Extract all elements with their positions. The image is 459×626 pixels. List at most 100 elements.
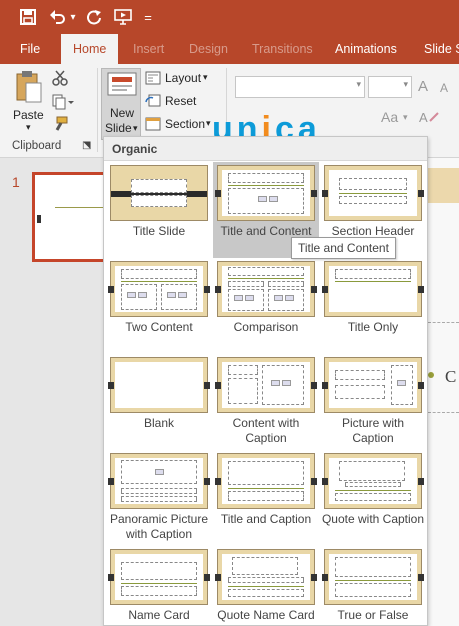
format-painter-icon[interactable] bbox=[52, 116, 68, 137]
cut-icon[interactable] bbox=[52, 70, 68, 91]
slide-background-strip bbox=[428, 168, 459, 203]
section-icon bbox=[145, 117, 161, 136]
change-case-icon[interactable]: Aa bbox=[381, 109, 398, 125]
tab-animations[interactable]: Animations bbox=[335, 34, 397, 64]
clear-formatting-icon[interactable]: A bbox=[418, 109, 440, 130]
layout-label: Layout bbox=[165, 71, 202, 85]
section-button[interactable]: Section ▾ bbox=[145, 116, 215, 134]
layout-thumbnail bbox=[215, 165, 317, 221]
undo-icon[interactable] bbox=[48, 6, 68, 28]
layout-tooltip: Title and Content bbox=[291, 237, 396, 259]
change-case-arrow-icon: ▾ bbox=[403, 112, 408, 122]
new-slide-icon bbox=[107, 72, 137, 105]
layout-caption: Name Card bbox=[128, 608, 190, 622]
layout-thumbnail bbox=[322, 549, 424, 605]
layout-thumbnail bbox=[110, 165, 208, 221]
layout-option-picture-with-caption[interactable]: Picture with Caption bbox=[320, 354, 426, 450]
grow-font-icon[interactable]: A bbox=[418, 78, 428, 95]
font-name-combobox[interactable]: ▾ bbox=[235, 76, 365, 98]
font-size-dropdown-icon: ▾ bbox=[403, 79, 408, 89]
layout-caption: Panoramic Picture with Caption bbox=[109, 512, 209, 541]
font-name-dropdown-icon: ▾ bbox=[356, 79, 361, 89]
paste-button[interactable]: Paste ▾ bbox=[10, 68, 48, 134]
layout-option-comparison[interactable]: Comparison bbox=[213, 258, 319, 354]
reset-button[interactable]: Reset bbox=[145, 93, 215, 111]
layout-thumbnail bbox=[108, 549, 210, 605]
slide-editing-area[interactable]: C bbox=[428, 158, 459, 626]
start-from-beginning-icon[interactable] bbox=[112, 6, 134, 28]
reset-label: Reset bbox=[165, 94, 197, 108]
layout-option-content-with-caption[interactable]: Content with Caption bbox=[213, 354, 319, 450]
layout-thumbnail bbox=[322, 357, 424, 413]
layout-thumbnail bbox=[215, 549, 317, 605]
layout-button[interactable]: Layout ▾ bbox=[145, 70, 215, 88]
layout-option-quote-name-card[interactable]: Quote Name Card bbox=[213, 546, 319, 625]
tab-file[interactable]: File bbox=[20, 34, 40, 64]
save-icon[interactable] bbox=[16, 6, 40, 28]
svg-text:A: A bbox=[419, 110, 428, 125]
slide-placeholder-border bbox=[428, 412, 459, 413]
layout-option-blank[interactable]: Blank bbox=[106, 354, 212, 450]
new-slide-label-line2: Slide bbox=[105, 121, 132, 135]
layout-option-title-only[interactable]: Title Only bbox=[320, 258, 426, 354]
slide-thumbnail[interactable] bbox=[32, 172, 107, 262]
layout-option-title-slide[interactable]: Title Slide bbox=[106, 162, 212, 258]
layout-option-two-content[interactable]: Two Content bbox=[106, 258, 212, 354]
clipboard-group-label: Clipboard bbox=[12, 140, 62, 152]
gallery-theme-header: Organic bbox=[104, 137, 427, 161]
layout-option-name-card[interactable]: Name Card bbox=[106, 546, 212, 625]
layout-caption: Quote with Caption bbox=[321, 512, 425, 526]
layout-caption: Blank bbox=[143, 416, 175, 430]
reset-icon bbox=[145, 94, 161, 113]
title-bar: ▾ = bbox=[0, 0, 459, 34]
tab-slide-show[interactable]: Slide S bbox=[424, 34, 459, 64]
shrink-font-icon[interactable]: A bbox=[440, 81, 448, 95]
slide-placeholder-border bbox=[428, 322, 459, 323]
layout-caption: Title and Caption bbox=[220, 512, 312, 526]
new-slide-arrow-icon: ▾ bbox=[133, 123, 138, 133]
section-arrow-icon: ▾ bbox=[206, 118, 211, 128]
tab-design[interactable]: Design bbox=[189, 34, 228, 64]
ribbon-separator bbox=[97, 68, 98, 152]
redo-icon[interactable] bbox=[84, 6, 104, 28]
ribbon-tabs: File Home Insert Design Transitions Anim… bbox=[0, 34, 459, 64]
paste-icon bbox=[15, 70, 43, 109]
layout-option-title-and-caption[interactable]: Title and Caption bbox=[213, 450, 319, 546]
layout-caption: Picture with Caption bbox=[341, 416, 405, 445]
section-label: Section bbox=[165, 117, 206, 131]
layout-thumbnail bbox=[322, 261, 424, 317]
layout-arrow-icon: ▾ bbox=[203, 72, 208, 82]
tab-home[interactable]: Home bbox=[61, 34, 119, 64]
layout-icon bbox=[145, 71, 161, 90]
layout-option-panoramic-picture-with-caption[interactable]: Panoramic Picture with Caption bbox=[106, 450, 212, 546]
layout-thumbnail bbox=[322, 165, 424, 221]
layout-caption: Two Content bbox=[125, 320, 193, 334]
layout-thumbnail bbox=[322, 453, 424, 509]
layout-caption: Title Only bbox=[347, 320, 399, 334]
layout-caption: Comparison bbox=[233, 320, 299, 334]
layout-thumbnail bbox=[215, 453, 317, 509]
clipboard-dialog-launcher-icon[interactable]: ⬔ bbox=[82, 140, 91, 151]
layout-thumbnail bbox=[108, 357, 210, 413]
undo-dropdown-icon[interactable]: ▾ bbox=[68, 6, 78, 28]
layout-option-quote-with-caption[interactable]: Quote with Caption bbox=[320, 450, 426, 546]
tab-transitions[interactable]: Transitions bbox=[252, 34, 313, 64]
slide-text-fragment: C bbox=[445, 367, 457, 386]
font-size-combobox[interactable]: ▾ bbox=[368, 76, 412, 98]
slide-thumbnail-line bbox=[55, 207, 105, 208]
bullet-icon bbox=[428, 372, 434, 378]
customize-toolbar-icon[interactable]: = bbox=[140, 6, 156, 28]
new-slide-button[interactable]: New Slide ▾ bbox=[101, 68, 141, 140]
slide-thumbnail-marker bbox=[37, 215, 41, 223]
layout-thumbnail bbox=[215, 261, 317, 317]
layout-gallery: Organic Title Slide Title and Content Se… bbox=[103, 136, 428, 626]
paste-arrow-icon: ▾ bbox=[26, 122, 31, 132]
slide-thumbnail-pane: 1 bbox=[0, 158, 107, 626]
copy-icon[interactable] bbox=[52, 94, 74, 115]
layout-option-true-or-false[interactable]: True or False bbox=[320, 546, 426, 625]
layout-caption: True or False bbox=[337, 608, 409, 622]
layout-thumbnail bbox=[108, 261, 210, 317]
layout-caption: Title Slide bbox=[132, 224, 186, 238]
layout-caption: Quote Name Card bbox=[217, 608, 315, 622]
tab-insert[interactable]: Insert bbox=[133, 34, 164, 64]
